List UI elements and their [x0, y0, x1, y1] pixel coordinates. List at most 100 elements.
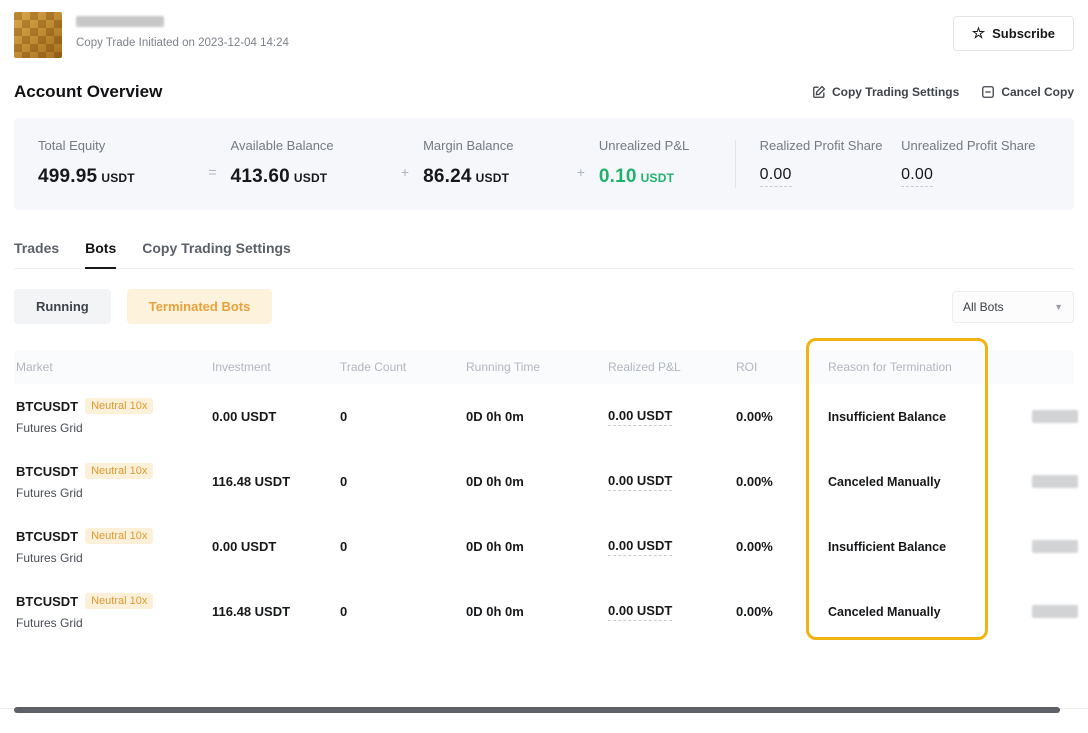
stat-label: Realized Profit Share — [760, 138, 901, 153]
running-time-cell: 0D 0h 0m — [466, 604, 608, 619]
tab-bots[interactable]: Bots — [85, 240, 116, 269]
stat-available-balance: Available Balance 413.60 USDT — [231, 138, 387, 188]
bot-type: Futures Grid — [16, 421, 212, 435]
strategy-badge: Neutral 10x — [85, 593, 153, 609]
account-stats-bar: Total Equity 499.95USDT = Available Bala… — [14, 118, 1074, 210]
market-cell: BTCUSDT Neutral 10x Futures Grid — [14, 528, 212, 565]
stat-value: 0.00 — [760, 166, 792, 187]
strategy-badge: Neutral 10x — [85, 463, 153, 479]
market-cell: BTCUSDT Neutral 10x Futures Grid — [14, 463, 212, 500]
running-filter-button[interactable]: Running — [14, 289, 111, 324]
all-bots-dropdown[interactable]: All Bots ▼ — [952, 291, 1074, 323]
stat-label: Margin Balance — [423, 138, 563, 153]
roi-cell: 0.00% — [736, 604, 828, 619]
stat-label: Unrealized P&L — [599, 138, 709, 153]
stat-unit: USDT — [101, 171, 134, 185]
stat-label: Total Equity — [38, 138, 194, 153]
col-header-investment: Investment — [212, 360, 340, 374]
trader-meta: Copy Trade Initiated on 2023-12-04 14:24 — [76, 12, 289, 49]
stat-value: 0.00 — [901, 166, 933, 187]
stat-total-equity: Total Equity 499.95USDT — [38, 138, 194, 188]
tab-trades[interactable]: Trades — [14, 240, 59, 269]
table-header-row: Market Investment Trade Count Running Ti… — [14, 350, 1074, 384]
investment-cell: 0.00 USDT — [212, 539, 340, 554]
market-pair: BTCUSDT — [16, 464, 78, 479]
trade-count-cell: 0 — [340, 409, 466, 424]
roi-cell: 0.00% — [736, 539, 828, 554]
running-time-cell: 0D 0h 0m — [466, 474, 608, 489]
stat-value: 413.60 — [231, 166, 290, 187]
plus-operator: + — [577, 164, 585, 180]
terminated-bots-filter-button[interactable]: Terminated Bots — [127, 289, 273, 324]
row-action-redacted[interactable] — [1032, 540, 1078, 553]
table-row: BTCUSDT Neutral 10x Futures Grid 116.48 … — [14, 579, 1074, 644]
stat-unit: USDT — [294, 171, 327, 185]
table-row: BTCUSDT Neutral 10x Futures Grid 116.48 … — [14, 449, 1074, 514]
chevron-down-icon: ▼ — [1054, 302, 1063, 312]
stat-unit: USDT — [641, 171, 674, 185]
account-overview-header: Account Overview Copy Trading Settings — [14, 82, 1074, 102]
stat-realized-profit-share: Realized Profit Share 0.00 — [760, 138, 901, 187]
tab-copy-trading-settings[interactable]: Copy Trading Settings — [142, 240, 291, 269]
col-header-realized-pnl: Realized P&L — [608, 360, 736, 374]
market-pair: BTCUSDT — [16, 399, 78, 414]
trade-count-cell: 0 — [340, 604, 466, 619]
copy-trading-page: Copy Trade Initiated on 2023-12-04 14:24… — [0, 0, 1088, 644]
col-header-running-time: Running Time — [466, 360, 608, 374]
plus-operator: + — [401, 164, 409, 180]
row-action-redacted[interactable] — [1032, 410, 1078, 423]
investment-cell: 0.00 USDT — [212, 409, 340, 424]
realized-pnl-cell[interactable]: 0.00 USDT — [608, 408, 672, 426]
copy-trade-initiated-text: Copy Trade Initiated on 2023-12-04 14:24 — [76, 37, 289, 49]
table-row: BTCUSDT Neutral 10x Futures Grid 0.00 US… — [14, 514, 1074, 579]
page-title: Account Overview — [14, 82, 162, 102]
bot-state-filters: Running Terminated Bots — [14, 289, 272, 324]
bots-filter-row: Running Terminated Bots All Bots ▼ — [14, 289, 1074, 324]
main-tabs: Trades Bots Copy Trading Settings — [14, 240, 1074, 269]
stat-unrealized-pnl: Unrealized P&L 0.10 USDT — [599, 138, 709, 188]
strategy-badge: Neutral 10x — [85, 528, 153, 544]
investment-cell: 116.48 USDT — [212, 474, 340, 489]
market-cell: BTCUSDT Neutral 10x Futures Grid — [14, 398, 212, 435]
stat-value: 86.24 — [423, 166, 472, 187]
realized-pnl-cell[interactable]: 0.00 USDT — [608, 473, 672, 491]
realized-pnl-cell[interactable]: 0.00 USDT — [608, 538, 672, 556]
stats-divider — [735, 140, 736, 188]
all-bots-dropdown-value: All Bots — [963, 300, 1004, 314]
stat-label: Unrealized Profit Share — [901, 138, 1050, 153]
bot-type: Futures Grid — [16, 486, 212, 500]
row-action-redacted[interactable] — [1032, 475, 1078, 488]
stat-unit: USDT — [476, 171, 509, 185]
stat-unrealized-profit-share: Unrealized Profit Share 0.00 — [901, 138, 1050, 187]
roi-cell: 0.00% — [736, 474, 828, 489]
termination-reason-cell: Insufficient Balance — [828, 410, 1024, 424]
horizontal-scrollbar-thumb[interactable] — [14, 707, 1060, 713]
stat-margin-balance: Margin Balance 86.24 USDT — [423, 138, 563, 188]
termination-reason-cell: Insufficient Balance — [828, 540, 1024, 554]
subscribe-button[interactable]: ☆ Subscribe — [953, 16, 1074, 51]
trader-identity: Copy Trade Initiated on 2023-12-04 14:24 — [14, 12, 289, 58]
strategy-badge: Neutral 10x — [85, 398, 153, 414]
subscribe-label: Subscribe — [992, 26, 1055, 41]
row-action-redacted[interactable] — [1032, 605, 1078, 618]
col-header-market: Market — [14, 360, 212, 374]
realized-pnl-cell[interactable]: 0.00 USDT — [608, 603, 672, 621]
termination-reason-cell: Canceled Manually — [828, 475, 1024, 489]
copy-trading-settings-button[interactable]: Copy Trading Settings — [812, 85, 959, 99]
market-cell: BTCUSDT Neutral 10x Futures Grid — [14, 593, 212, 630]
market-pair: BTCUSDT — [16, 529, 78, 544]
stat-label: Available Balance — [231, 138, 387, 153]
col-header-reason: Reason for Termination — [828, 360, 1024, 374]
equals-operator: = — [208, 164, 216, 180]
edit-icon — [812, 85, 826, 99]
cancel-copy-button[interactable]: Cancel Copy — [981, 85, 1074, 99]
bot-type: Futures Grid — [16, 551, 212, 565]
roi-cell: 0.00% — [736, 409, 828, 424]
trader-avatar[interactable] — [14, 12, 62, 58]
trade-count-cell: 0 — [340, 539, 466, 554]
trader-header: Copy Trade Initiated on 2023-12-04 14:24… — [14, 0, 1074, 58]
star-icon: ☆ — [972, 26, 985, 41]
trade-count-cell: 0 — [340, 474, 466, 489]
stat-value: 0.10 — [599, 166, 637, 187]
terminated-bots-table: Market Investment Trade Count Running Ti… — [14, 350, 1074, 644]
